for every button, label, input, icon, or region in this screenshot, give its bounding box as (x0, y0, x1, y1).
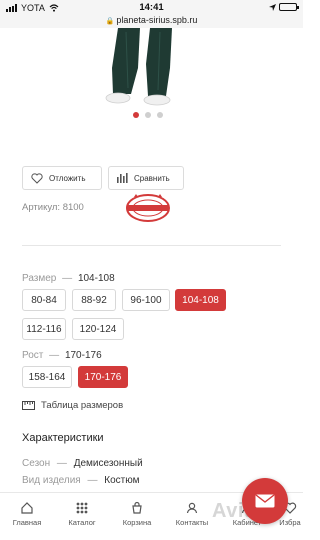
defer-label: Отложить (49, 173, 86, 183)
status-right (269, 3, 299, 11)
size-option-selected[interactable]: 104-108 (175, 289, 226, 311)
home-icon (21, 502, 33, 514)
height-label-text: Рост (22, 350, 44, 361)
height-label: Рост — 170-176 (22, 350, 102, 361)
nav-item-home[interactable]: Главная (2, 501, 52, 527)
battery-icon (279, 3, 299, 11)
defer-button[interactable]: Отложить (22, 166, 102, 190)
size-option[interactable]: 88-92 (72, 289, 116, 311)
location-arrow-icon (269, 3, 276, 11)
nav-label: Корзина (122, 518, 152, 527)
article-number: Артикул: 8100 (22, 202, 84, 213)
lock-icon: 🔒 (105, 18, 115, 25)
height-label-dash: — (49, 350, 60, 361)
compare-bars-icon (117, 173, 128, 183)
size-table-link[interactable]: Таблица размеров (22, 400, 123, 411)
cart-icon (132, 501, 142, 514)
characteristics-title: Характеристики (22, 432, 104, 444)
size-label-text: Размер (22, 273, 57, 284)
clock: 14:41 (139, 2, 164, 13)
size-selected-value: 104-108 (77, 273, 115, 284)
ruler-icon (22, 401, 35, 410)
status-bar: YOTA 14:41 🔒 planeta-sirius.spb.ru (0, 0, 303, 28)
height-option[interactable]: 158-164 (22, 366, 72, 388)
size-label: Размер — 104-108 (22, 273, 115, 284)
size-option[interactable]: 120-124 (72, 318, 124, 340)
nav-label: Каталог (68, 518, 96, 527)
divider (22, 245, 281, 246)
gallery-dot[interactable] (133, 112, 139, 118)
nav-item-contacts[interactable]: Контакты (167, 501, 217, 527)
brand-logo (126, 194, 170, 222)
char-dash: — (87, 475, 98, 486)
nav-item-cart[interactable]: Корзина (112, 501, 162, 527)
char-dash: — (56, 458, 67, 469)
size-option[interactable]: 96-100 (122, 289, 170, 311)
gallery-dot[interactable] (145, 112, 151, 118)
product-image[interactable] (0, 28, 303, 120)
envelope-icon (255, 494, 275, 508)
gallery-pagination (133, 112, 163, 118)
catalog-grid-icon (76, 502, 88, 514)
nav-label: Контакты (175, 518, 209, 527)
char-value: Костюм (104, 475, 140, 486)
char-row: Вид изделия — Костюм (22, 475, 140, 486)
compare-label: Сравнить (134, 173, 170, 183)
height-option-selected[interactable]: 170-176 (78, 366, 128, 388)
char-row: Сезон — Демисезонный (22, 458, 143, 469)
nav-label: Избра (279, 518, 301, 527)
nav-item-catalog[interactable]: Каталог (57, 501, 107, 527)
size-table-label: Таблица размеров (41, 400, 124, 411)
char-name: Вид изделия (22, 475, 81, 486)
nav-label: Главная (12, 518, 42, 527)
heart-outline-icon (31, 172, 43, 184)
char-name: Сезон (22, 458, 51, 469)
address-bar[interactable]: 🔒 planeta-sirius.spb.ru (0, 15, 303, 25)
compare-button[interactable]: Сравнить (108, 166, 184, 190)
size-option[interactable]: 112-116 (22, 318, 66, 340)
contacts-icon (186, 502, 198, 514)
char-value: Демисезонный (73, 458, 143, 469)
url-text: planeta-sirius.spb.ru (116, 15, 198, 25)
size-option[interactable]: 80-84 (22, 289, 66, 311)
height-selected-value: 170-176 (64, 350, 102, 361)
gallery-dot[interactable] (157, 112, 163, 118)
size-label-dash: — (62, 273, 73, 284)
message-fab-button[interactable] (242, 478, 288, 524)
